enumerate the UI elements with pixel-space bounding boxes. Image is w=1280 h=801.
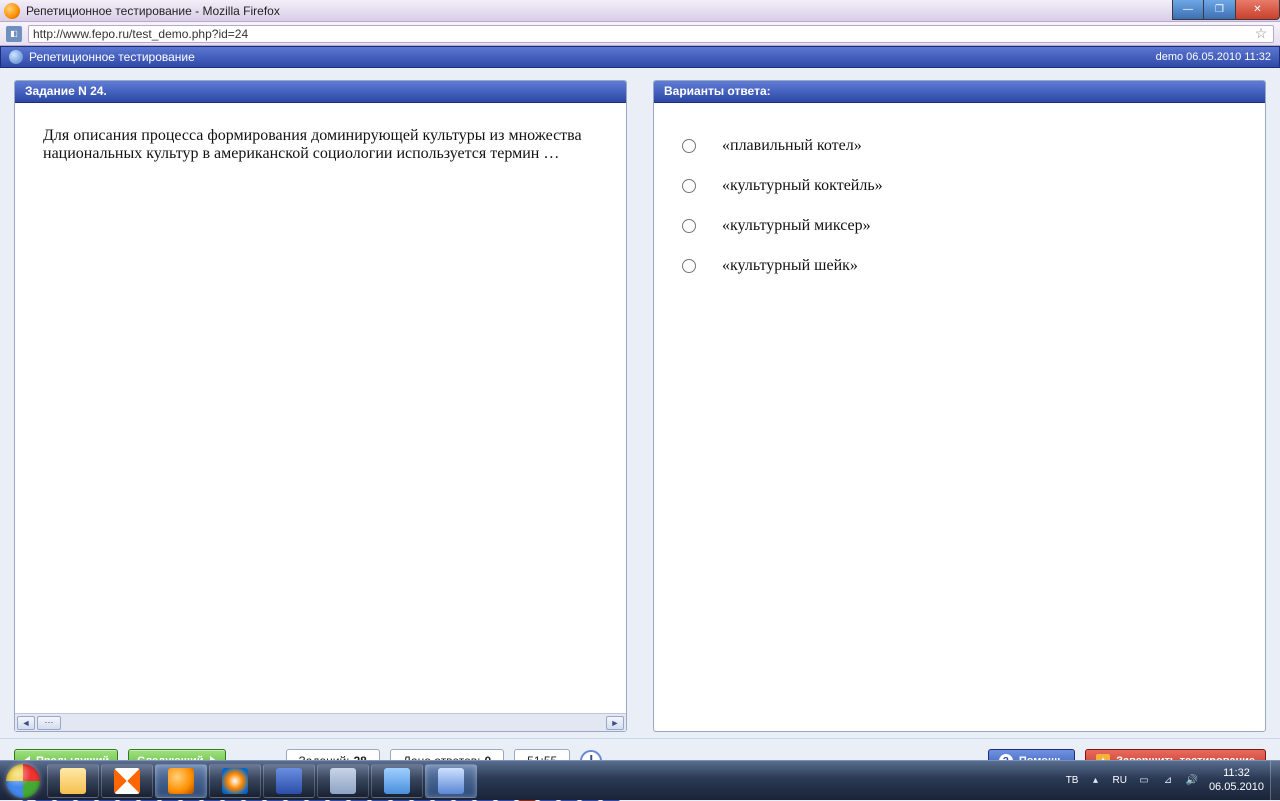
music-icon	[330, 768, 356, 794]
answer-option[interactable]: «плавильный котел»	[682, 137, 1237, 155]
taskbar-music[interactable]	[317, 764, 369, 798]
scroll-thumb[interactable]: ⋯	[37, 716, 61, 730]
folder-icon	[60, 768, 86, 794]
tray-flag-icon[interactable]: ▭	[1137, 774, 1151, 788]
question-panel: Задание N 24. Для описания процесса форм…	[14, 80, 627, 732]
system-tray: ТВ ▴ RU ▭ ⊿ 🔊 11:32 06.05.2010	[1060, 767, 1270, 793]
firefox-icon	[4, 3, 20, 19]
answer-text: «культурный шейк»	[722, 257, 858, 275]
tray-clock[interactable]: 11:32 06.05.2010	[1209, 767, 1264, 793]
taskbar-pictures[interactable]	[371, 764, 423, 798]
answer-option[interactable]: «культурный шейк»	[682, 257, 1237, 275]
url-input[interactable]: http://www.fepo.ru/test_demo.php?id=24 ☆	[28, 25, 1274, 43]
word-icon	[438, 768, 464, 794]
app-title: Репетиционное тестирование	[29, 50, 195, 64]
app-header-bar: Репетиционное тестирование demo 06.05.20…	[0, 46, 1280, 68]
window-title: Репетиционное тестирование - Mozilla Fir…	[26, 4, 280, 18]
taskbar-firefox[interactable]	[155, 764, 207, 798]
windows-taskbar: ТВ ▴ RU ▭ ⊿ 🔊 11:32 06.05.2010	[0, 760, 1280, 800]
windows-logo-icon	[6, 764, 40, 798]
answers-panel-header: Варианты ответа:	[654, 81, 1265, 103]
browser-titlebar: Репетиционное тестирование - Mozilla Fir…	[0, 0, 1280, 22]
answer-radio[interactable]	[682, 219, 696, 233]
answer-radio[interactable]	[682, 259, 696, 273]
app-demo-timestamp: demo 06.05.2010 11:32	[1156, 51, 1271, 63]
taskbar-word[interactable]	[425, 764, 477, 798]
firefox-icon	[168, 768, 194, 794]
question-panel-header: Задание N 24.	[15, 81, 626, 103]
scroll-right-icon[interactable]: ►	[606, 716, 624, 730]
site-icon: ◧	[6, 26, 22, 42]
answer-text: «культурный миксер»	[722, 217, 871, 235]
window-close-button[interactable]: ✕	[1236, 0, 1280, 20]
bookmark-star-icon[interactable]: ☆	[1253, 26, 1269, 42]
answers-panel: Варианты ответа: «плавильный котел» «куль…	[653, 80, 1266, 732]
window-maximize-button[interactable]: ❐	[1204, 0, 1236, 20]
taskbar-vlc[interactable]	[101, 764, 153, 798]
floppy-icon	[276, 768, 302, 794]
question-hscrollbar[interactable]: ◄ ⋯ ►	[15, 713, 626, 731]
start-button[interactable]	[0, 761, 46, 801]
tray-network-icon[interactable]: ⊿	[1161, 774, 1175, 788]
browser-urlbar-row: ◧ http://www.fepo.ru/test_demo.php?id=24…	[0, 22, 1280, 46]
answer-text: «культурный коктейль»	[722, 177, 883, 195]
tray-up-icon[interactable]: ▴	[1088, 774, 1102, 788]
globe-icon	[9, 50, 23, 64]
tray-lang[interactable]: RU	[1112, 775, 1126, 786]
taskbar-wmp[interactable]	[209, 764, 261, 798]
url-text: http://www.fepo.ru/test_demo.php?id=24	[33, 27, 248, 41]
taskbar-explorer[interactable]	[47, 764, 99, 798]
question-text: Для описания процесса формирования домин…	[15, 103, 626, 713]
vlc-icon	[114, 768, 140, 794]
answer-option[interactable]: «культурный коктейль»	[682, 177, 1237, 195]
tray-volume-icon[interactable]: 🔊	[1185, 774, 1199, 788]
answer-text: «плавильный котел»	[722, 137, 862, 155]
show-desktop-button[interactable]	[1270, 761, 1280, 801]
answer-radio[interactable]	[682, 139, 696, 153]
answer-radio[interactable]	[682, 179, 696, 193]
tray-tv-label: ТВ	[1066, 775, 1079, 786]
window-minimize-button[interactable]: —	[1172, 0, 1204, 20]
media-player-icon	[222, 768, 248, 794]
picture-icon	[384, 768, 410, 794]
taskbar-save[interactable]	[263, 764, 315, 798]
answer-option[interactable]: «культурный миксер»	[682, 217, 1237, 235]
scroll-left-icon[interactable]: ◄	[17, 716, 35, 730]
